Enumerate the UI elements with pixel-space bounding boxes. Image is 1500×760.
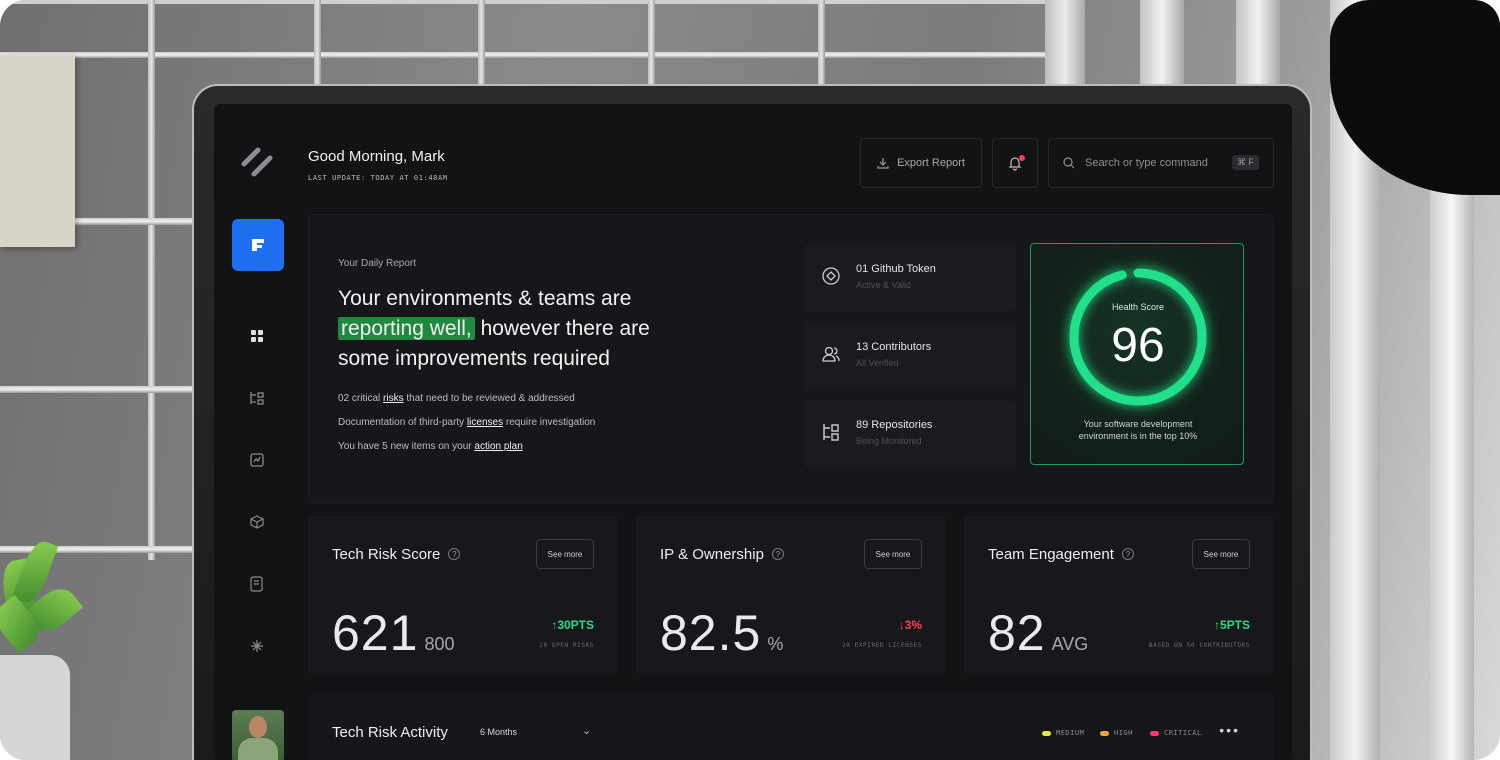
- see-more-button[interactable]: See more: [864, 539, 922, 569]
- chart-icon: [250, 453, 264, 467]
- plant-pot: [0, 655, 70, 760]
- help-icon[interactable]: ?: [448, 548, 461, 560]
- card-value: 82.5%: [660, 605, 784, 661]
- card-value: 82 AVG: [988, 605, 1089, 661]
- card-delta: ↓3%: [898, 618, 922, 632]
- health-score-label: Health Score: [1111, 302, 1165, 312]
- see-more-button[interactable]: See more: [536, 539, 594, 569]
- sidebar-item-reports[interactable]: [232, 219, 284, 271]
- search-icon: [1063, 157, 1075, 169]
- stat-github-token[interactable]: 01 Github Token Active & Valid: [804, 245, 1016, 311]
- stat-contributors[interactable]: 13 Contributors All Verified: [804, 323, 1016, 389]
- tech-risk-score-card: Tech Risk Score? See more 621 800 ↑30PTS …: [308, 516, 618, 674]
- headline-text: Your environments & teams are: [338, 287, 632, 310]
- report-icon: [252, 239, 264, 251]
- range-select[interactable]: 6 Months: [480, 727, 517, 737]
- headline-highlight: reporting well,: [338, 317, 475, 340]
- health-score-description: Your software development environment is…: [1078, 419, 1198, 441]
- help-icon[interactable]: ?: [771, 548, 784, 560]
- more-options-icon[interactable]: •••: [1219, 722, 1240, 738]
- report-line: 02 critical risks that need to be review…: [338, 393, 575, 404]
- stat-repositories[interactable]: 89 Repositories Being Monitored: [804, 401, 1016, 467]
- risks-link[interactable]: risks: [383, 393, 404, 404]
- sidebar: [214, 104, 306, 760]
- asterisk-icon: [251, 640, 263, 652]
- stat-subtitle: All Verified: [856, 358, 899, 368]
- search-shortcut: ⌘ F: [1232, 155, 1259, 170]
- sidebar-item-documents[interactable]: [248, 575, 266, 593]
- team-engagement-card: Team Engagement? See more 82 AVG ↑5PTS BA…: [964, 516, 1274, 674]
- card-note: BASED ON 50 CONTRIBUTORS: [1148, 642, 1250, 649]
- card-note: 20 OPEN RISKS: [539, 642, 594, 649]
- greeting: Good Morning, Mark: [308, 148, 445, 165]
- sidebar-item-dashboard[interactable]: [248, 327, 266, 345]
- stat-title: 89 Repositories: [856, 419, 933, 431]
- token-icon: [820, 265, 842, 287]
- last-update: LAST UPDATE: TODAY AT 01:48AM: [308, 174, 448, 182]
- notification-dot: [1019, 155, 1025, 161]
- action-plan-link[interactable]: action plan: [474, 441, 522, 452]
- licenses-link[interactable]: licenses: [467, 417, 503, 428]
- search-input[interactable]: Search or type command ⌘ F: [1048, 138, 1274, 188]
- grid-icon: [251, 330, 263, 342]
- sidebar-item-analytics[interactable]: [248, 451, 266, 469]
- chevron-down-icon[interactable]: ⌄: [582, 724, 591, 737]
- tech-risk-activity-panel: Tech Risk Activity 6 Months ⌄ MEDIUM HIG…: [308, 694, 1274, 760]
- legend-critical: CRITICAL: [1150, 729, 1202, 737]
- activity-title: Tech Risk Activity: [332, 724, 448, 741]
- download-icon: [877, 158, 889, 169]
- stat-title: 01 Github Token: [856, 263, 936, 275]
- health-score-value: 96: [1111, 319, 1165, 372]
- stat-title: 13 Contributors: [856, 341, 932, 353]
- search-placeholder: Search or type command: [1085, 157, 1208, 169]
- daily-report-label: Your Daily Report: [338, 258, 417, 269]
- card-delta: ↑5PTS: [1213, 618, 1250, 632]
- users-icon: [820, 343, 842, 365]
- sidebar-item-integrations[interactable]: [248, 637, 266, 655]
- legend-medium: MEDIUM: [1042, 729, 1084, 737]
- see-more-button[interactable]: See more: [1192, 539, 1250, 569]
- sidebar-item-packages[interactable]: [248, 513, 266, 531]
- sticky-note: [0, 55, 75, 247]
- ip-ownership-card: IP & Ownership? See more 82.5% ↓3% 20 EX…: [636, 516, 946, 674]
- sidebar-item-repositories[interactable]: [248, 389, 266, 407]
- card-title: Tech Risk Score?: [332, 546, 461, 563]
- card-delta: ↑30PTS: [551, 618, 594, 632]
- legend-high: HIGH: [1100, 729, 1133, 737]
- health-score-card[interactable]: Health Score 96 Your software developmen…: [1030, 243, 1244, 465]
- card-note: 20 EXPIRED LICENSES: [841, 642, 922, 649]
- export-report-button[interactable]: Export Report: [860, 138, 982, 188]
- document-icon: [250, 576, 263, 592]
- card-value: 621 800: [332, 605, 455, 661]
- dashboard-screen: Good Morning, Mark LAST UPDATE: TODAY AT…: [214, 104, 1292, 760]
- card-title: IP & Ownership?: [660, 546, 784, 563]
- repo-icon: [820, 421, 842, 443]
- export-report-label: Export Report: [897, 157, 965, 169]
- notifications-button[interactable]: [992, 138, 1038, 188]
- stat-subtitle: Active & Valid: [856, 280, 911, 290]
- help-icon[interactable]: ?: [1121, 548, 1134, 560]
- daily-report-headline: Your environments & teams are reporting …: [338, 284, 698, 374]
- report-line: Documentation of third-party licenses re…: [338, 417, 596, 428]
- stat-subtitle: Being Monitored: [856, 436, 922, 446]
- card-title: Team Engagement?: [988, 546, 1134, 563]
- report-line: You have 5 new items on your action plan: [338, 441, 523, 452]
- repo-icon: [250, 392, 264, 405]
- cube-icon: [250, 515, 264, 529]
- app-logo-icon: [241, 147, 273, 177]
- user-avatar[interactable]: [232, 710, 284, 760]
